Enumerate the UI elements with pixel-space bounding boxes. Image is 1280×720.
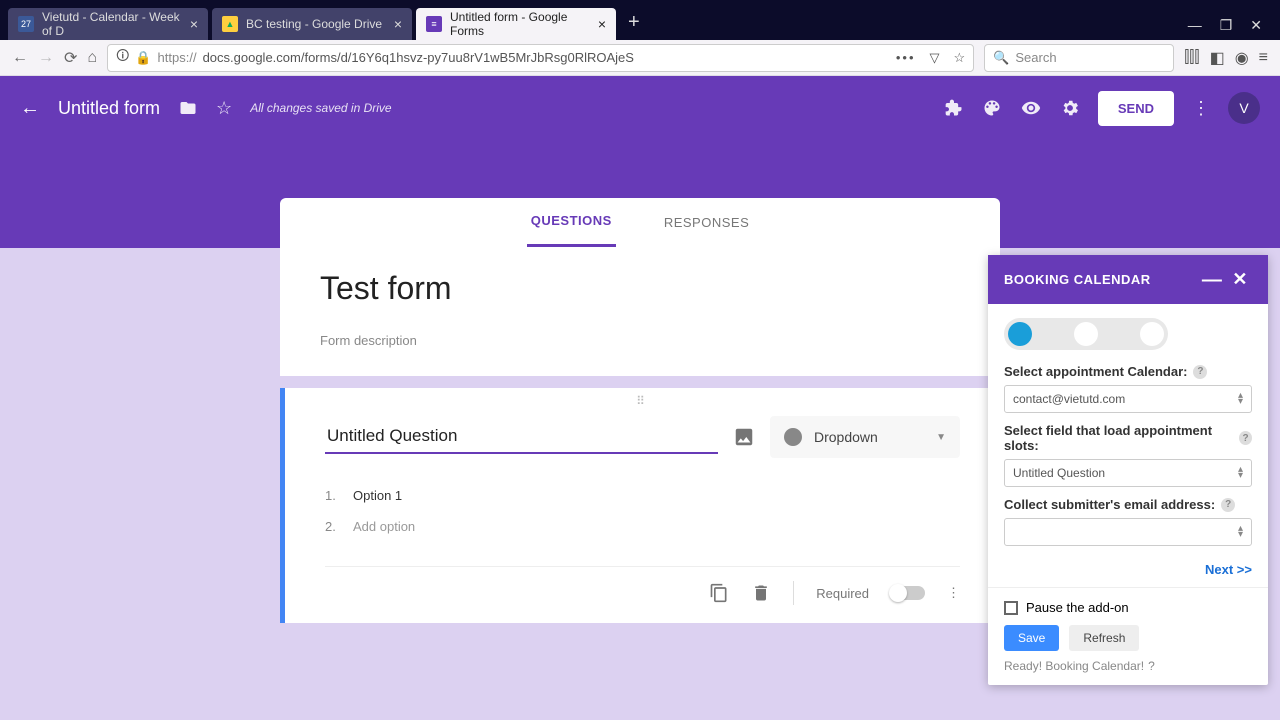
required-label: Required (816, 586, 869, 601)
required-toggle[interactable] (891, 586, 925, 600)
pause-checkbox[interactable]: Pause the add-on (1004, 600, 1252, 615)
window-minimize-icon[interactable]: — (1188, 17, 1202, 34)
library-icon[interactable]: ⫿⫿⫿ (1184, 49, 1199, 67)
save-button[interactable]: Save (1004, 625, 1059, 651)
browser-tab-active[interactable]: ≡ Untitled form - Google Forms × (416, 8, 616, 40)
question-more-icon[interactable]: ⋮ (947, 585, 960, 601)
favicon: 27 (18, 16, 34, 32)
extension-icon[interactable]: ◉ (1235, 48, 1249, 68)
add-option-row[interactable]: 2. Add option (325, 511, 960, 542)
search-placeholder: Search (1015, 50, 1056, 65)
calendar-select[interactable]: contact@vietutd.com▴▾ (1004, 385, 1252, 413)
menu-icon[interactable]: ≡ (1259, 49, 1268, 67)
url-bar[interactable]: 🛈 🔒 https:// docs.google.com/forms/d/16Y6… (107, 44, 974, 72)
close-icon[interactable]: × (190, 16, 198, 32)
help-icon[interactable]: ? (1193, 365, 1207, 379)
new-tab-button[interactable]: + (620, 11, 648, 40)
option-label[interactable]: Option 1 (353, 488, 402, 503)
panel-minimize-icon[interactable]: — (1196, 275, 1229, 285)
email-label: Collect submitter's email address:? (1004, 497, 1252, 512)
tab-label: Untitled form - Google Forms (450, 10, 590, 38)
palette-icon[interactable] (982, 98, 1002, 118)
tab-label: Vietutd - Calendar - Week of D (42, 10, 182, 38)
step-dot (1140, 322, 1164, 346)
duplicate-icon[interactable] (709, 583, 729, 603)
url-text: docs.google.com/forms/d/16Y6q1hsvz-py7uu… (203, 50, 634, 65)
shield-icon: 🛈 (116, 47, 129, 69)
folder-icon[interactable] (178, 99, 198, 117)
reload-icon[interactable]: ⟳ (64, 48, 77, 68)
refresh-button[interactable]: Refresh (1069, 625, 1139, 651)
calendar-label: Select appointment Calendar:? (1004, 364, 1252, 379)
home-icon[interactable]: ⌂ (87, 49, 97, 67)
add-image-icon[interactable] (732, 425, 756, 449)
chevron-down-icon: ▼ (936, 432, 946, 443)
search-box[interactable]: 🔍 Search (984, 44, 1174, 72)
search-icon: 🔍 (993, 50, 1009, 66)
browser-tab[interactable]: ▲ BC testing - Google Drive × (212, 8, 412, 40)
lock-icon: 🔒 (135, 50, 151, 66)
url-protocol: https:// (158, 50, 197, 65)
drag-handle-icon[interactable]: ⠿ (285, 394, 1000, 408)
star-icon[interactable]: ☆ (216, 98, 232, 119)
form-tabs: QUESTIONS RESPONSES (280, 198, 1000, 246)
nav-forward-icon: → (38, 49, 54, 67)
save-status: All changes saved in Drive (250, 101, 391, 115)
question-type-label: Dropdown (814, 429, 878, 445)
panel-title: BOOKING CALENDAR (1004, 272, 1151, 287)
help-icon[interactable]: ? (1148, 659, 1155, 673)
add-option-label[interactable]: Add option (353, 519, 415, 534)
settings-icon[interactable] (1060, 98, 1080, 118)
help-icon[interactable]: ? (1221, 498, 1235, 512)
favicon: ▲ (222, 16, 238, 32)
step-dot (1008, 322, 1032, 346)
email-select[interactable]: ▴▾ (1004, 518, 1252, 546)
sidebar-icon[interactable]: ◧ (1210, 48, 1225, 68)
form-header-card[interactable]: Test form Form description (280, 246, 1000, 376)
option-number: 1. (325, 488, 341, 503)
tab-questions[interactable]: QUESTIONS (527, 197, 616, 247)
close-icon[interactable]: × (598, 16, 606, 32)
delete-icon[interactable] (751, 583, 771, 603)
reader-icon[interactable]: ▽ (930, 50, 940, 66)
app-back-icon[interactable]: ← (20, 97, 40, 120)
window-maximize-icon[interactable]: ❐ (1220, 17, 1233, 34)
preview-icon[interactable] (1020, 98, 1042, 118)
avatar[interactable]: V (1228, 92, 1260, 124)
form-description[interactable]: Form description (320, 333, 960, 348)
window-close-icon[interactable]: ✕ (1250, 17, 1262, 34)
question-type-select[interactable]: Dropdown ▼ (770, 416, 960, 458)
option-row[interactable]: 1. Option 1 (325, 480, 960, 511)
next-button[interactable]: Next >> (1004, 562, 1252, 577)
option-number: 2. (325, 519, 341, 534)
panel-close-icon[interactable]: ✕ (1228, 269, 1252, 290)
question-title-input[interactable] (325, 420, 718, 454)
nav-back-icon[interactable]: ← (12, 49, 28, 67)
tab-responses[interactable]: RESPONSES (660, 199, 753, 246)
step-dot (1074, 322, 1098, 346)
checkbox-icon (1004, 601, 1018, 615)
step-indicator (1004, 318, 1168, 350)
close-icon[interactable]: × (394, 16, 402, 32)
tab-label: BC testing - Google Drive (246, 17, 382, 31)
page-actions-icon[interactable]: ••• (896, 50, 916, 65)
doc-title[interactable]: Untitled form (58, 98, 160, 119)
more-icon[interactable]: ⋮ (1192, 98, 1210, 119)
help-icon[interactable]: ? (1239, 431, 1252, 445)
field-label: Select field that load appointment slots… (1004, 423, 1252, 453)
dropdown-type-icon (784, 428, 802, 446)
addons-icon[interactable] (944, 98, 964, 118)
send-button[interactable]: SEND (1098, 91, 1174, 126)
form-title[interactable]: Test form (320, 270, 960, 307)
field-select[interactable]: Untitled Question▴▾ (1004, 459, 1252, 487)
status-text: Ready! Booking Calendar!? (1004, 659, 1252, 673)
browser-tab[interactable]: 27 Vietutd - Calendar - Week of D × (8, 8, 208, 40)
favicon: ≡ (426, 16, 442, 32)
bookmark-icon[interactable]: ☆ (954, 50, 966, 66)
question-card[interactable]: ⠿ Dropdown ▼ 1. Option 1 2. Add option (280, 388, 1000, 623)
booking-calendar-panel: BOOKING CALENDAR — ✕ Select appointment … (988, 255, 1268, 685)
